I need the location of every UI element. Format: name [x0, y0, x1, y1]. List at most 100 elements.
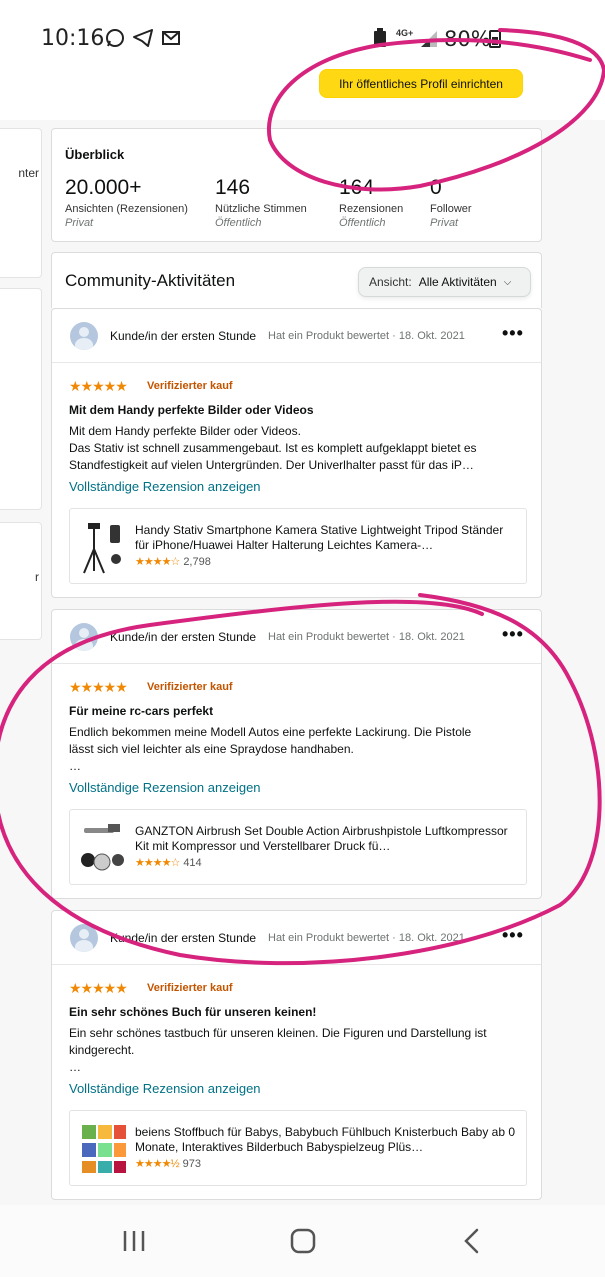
review-stars: ★★★★★ — [69, 679, 128, 695]
review-body-line: lässt sich viel leichter als eine Sprayd… — [69, 742, 354, 756]
review-body-line: Standfestigkeit auf vielen Untergründen.… — [69, 458, 474, 472]
stat-followers: 0 Follower Privat — [430, 175, 472, 229]
reviewer-name[interactable]: Kunde/in der ersten Stunde — [110, 931, 256, 945]
verified-badge: Verifizierter kauf — [147, 380, 233, 392]
review-title[interactable]: Ein sehr schönes Buch für unseren keinen… — [69, 1005, 316, 1019]
product-card[interactable]: beiens Stoffbuch für Babys, Babybuch Füh… — [69, 1110, 527, 1186]
tripod-product-image — [83, 523, 121, 574]
more-options-icon[interactable]: ••• — [502, 925, 524, 946]
avatar[interactable] — [70, 623, 98, 651]
review-stars: ★★★★★ — [69, 980, 128, 996]
stat-label: Nützliche Stimmen — [215, 203, 307, 215]
product-stars: ★★★★½ — [135, 1158, 180, 1170]
stat-value: 164 — [339, 176, 375, 199]
battery-icon — [489, 30, 501, 48]
product-stars: ★★★★☆ — [135, 857, 180, 869]
review-header: Kunde/in der ersten Stunde Hat ein Produ… — [52, 911, 541, 965]
stat-label: Follower — [430, 203, 472, 215]
overview-card: Überblick 20.000+ Ansichten (Rezensionen… — [51, 128, 542, 242]
product-title[interactable]: beiens Stoffbuch für Babys, Babybuch Füh… — [135, 1125, 520, 1155]
stat-views: 20.000+ Ansichten (Rezensionen) Privat — [65, 175, 188, 229]
avatar[interactable] — [70, 924, 98, 952]
product-card[interactable]: Handy Stativ Smartphone Kamera Stative L… — [69, 508, 527, 584]
left-partial-card: nter — [0, 128, 42, 278]
review-body: Ein sehr schönes tastbuch für unseren kl… — [69, 1025, 529, 1076]
product-rating-count: 2,798 — [183, 556, 211, 568]
stat-visibility: Privat — [430, 217, 459, 229]
review-header: Kunde/in der ersten Stunde Hat ein Produ… — [52, 309, 541, 363]
product-card[interactable]: GANZTON Airbrush Set Double Action Airbr… — [69, 809, 527, 885]
review-title[interactable]: Für meine rc-cars perfekt — [69, 704, 213, 718]
stat-helpful-votes: 146 Nützliche Stimmen Öffentlich — [215, 175, 307, 229]
review-body-line: Mit dem Handy perfekte Bilder oder Video… — [69, 424, 301, 438]
stat-reviews: 164 Rezensionen Öffentlich — [339, 175, 403, 229]
stat-value: 0 — [430, 176, 442, 199]
review-stars: ★★★★★ — [69, 378, 128, 394]
signal-icon — [421, 31, 437, 47]
review-body: Endlich bekommen meine Modell Autos eine… — [69, 724, 529, 775]
stat-label: Ansichten (Rezensionen) — [65, 203, 188, 215]
full-review-link[interactable]: Vollständige Rezension anzeigen — [69, 1081, 261, 1096]
review-card: Kunde/in der ersten Stunde Hat ein Produ… — [51, 910, 542, 1200]
setup-public-profile-button[interactable]: Ihr öffentliches Profil einrichten — [319, 69, 523, 98]
review-title[interactable]: Mit dem Handy perfekte Bilder oder Video… — [69, 403, 314, 417]
airbrush-product-image — [81, 824, 124, 871]
full-review-link[interactable]: Vollständige Rezension anzeigen — [69, 780, 261, 795]
stat-label: Rezensionen — [339, 203, 404, 215]
verified-badge: Verifizierter kauf — [147, 681, 233, 693]
activity-filter-dropdown[interactable]: Ansicht: Alle Aktivitäten ⌵ — [358, 267, 531, 297]
avatar[interactable] — [70, 322, 98, 350]
stat-visibility: Öffentlich — [215, 217, 262, 229]
review-body-line: kindgerecht. — [69, 1043, 135, 1057]
review-meta: Hat ein Produkt bewertet · 18. Okt. 2021 — [268, 330, 465, 342]
product-rating: ★★★★☆ 414 — [135, 856, 202, 869]
whatsapp-icon — [106, 29, 124, 47]
battery-saver-icon — [374, 28, 386, 47]
reviewer-name[interactable]: Kunde/in der ersten Stunde — [110, 329, 256, 343]
overview-title: Überblick — [65, 147, 125, 162]
reviewer-name[interactable]: Kunde/in der ersten Stunde — [110, 630, 256, 644]
baby-book-product-image — [82, 1125, 126, 1173]
product-rating-count: 414 — [183, 857, 202, 869]
left-partial-card: r — [0, 522, 42, 640]
more-options-icon[interactable]: ••• — [502, 624, 524, 645]
mail-icon — [162, 31, 180, 45]
recent-apps-icon[interactable] — [114, 1223, 154, 1259]
telegram-icon — [133, 29, 153, 47]
product-stars: ★★★★☆ — [135, 556, 180, 568]
screen: 10:16 4G+ 80% Ihr öffentliches Profil ei… — [0, 0, 605, 1277]
verified-badge: Verifizierter kauf — [147, 982, 233, 994]
battery-percent: 80% — [444, 27, 491, 51]
product-title[interactable]: GANZTON Airbrush Set Double Action Airbr… — [135, 824, 520, 854]
more-options-icon[interactable]: ••• — [502, 323, 524, 344]
filter-label: Ansicht: — [369, 275, 412, 289]
home-icon[interactable] — [283, 1223, 323, 1259]
full-review-link[interactable]: Vollständige Rezension anzeigen — [69, 479, 261, 494]
left-partial-card — [0, 288, 42, 510]
product-title[interactable]: Handy Stativ Smartphone Kamera Stative L… — [135, 523, 520, 553]
review-body-line: … — [69, 1060, 81, 1074]
review-body-line: … — [69, 759, 81, 773]
network-type: 4G+ — [396, 28, 414, 38]
review-card: Kunde/in der ersten Stunde Hat ein Produ… — [51, 308, 542, 598]
review-body-line: Endlich bekommen meine Modell Autos eine… — [69, 725, 472, 739]
back-icon[interactable] — [453, 1223, 493, 1259]
review-card: Kunde/in der ersten Stunde Hat ein Produ… — [51, 609, 542, 899]
product-rating-count: 973 — [182, 1158, 201, 1170]
stat-visibility: Öffentlich — [339, 217, 386, 229]
community-activity-title: Community-Aktivitäten — [65, 271, 236, 290]
review-meta: Hat ein Produkt bewertet · 18. Okt. 2021 — [268, 932, 465, 944]
left-partial-text: r — [35, 570, 39, 584]
left-partial-text: nter — [18, 166, 39, 180]
review-meta: Hat ein Produkt bewertet · 18. Okt. 2021 — [268, 631, 465, 643]
community-activity-header: Community-Aktivitäten Ansicht: Alle Akti… — [51, 252, 542, 308]
stat-visibility: Privat — [65, 217, 94, 229]
notification-icons — [104, 27, 182, 49]
chevron-down-icon: ⌵ — [503, 276, 512, 288]
review-header: Kunde/in der ersten Stunde Hat ein Produ… — [52, 610, 541, 664]
product-rating: ★★★★½ 973 — [135, 1157, 201, 1170]
review-body-line: Ein sehr schönes tastbuch für unseren kl… — [69, 1026, 487, 1040]
review-body: Mit dem Handy perfekte Bilder oder Video… — [69, 423, 529, 474]
review-body-line: Das Stativ ist schnell zusammengebaut. I… — [69, 441, 477, 455]
stat-value: 146 — [215, 176, 251, 199]
